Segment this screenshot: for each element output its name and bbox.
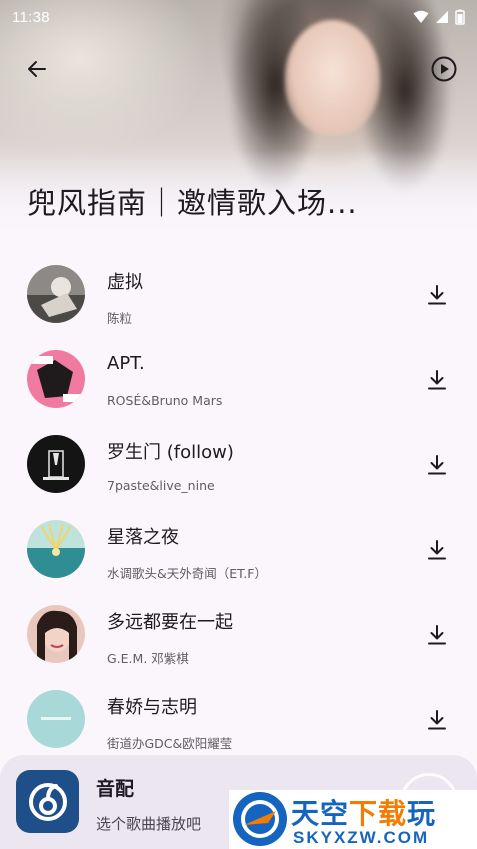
download-button[interactable] <box>424 622 450 648</box>
song-title: 星落之夜 <box>107 527 179 548</box>
song-cover <box>27 265 85 323</box>
song-artist: 街道办GDC&欧阳耀莹 <box>107 736 233 751</box>
song-title: 春娇与志明 <box>107 697 197 718</box>
song-artist: 陈粒 <box>107 311 133 326</box>
download-icon <box>428 455 446 475</box>
signal-icon <box>436 11 448 23</box>
song-cover <box>27 520 85 578</box>
song-cover <box>27 605 85 663</box>
song-row[interactable]: 多远都要在一起 G.E.M. 邓紫棋 <box>0 592 477 677</box>
watermark-logo-icon <box>233 792 287 846</box>
watermark: 天空下载玩 SKYXZW.COM <box>229 790 477 849</box>
download-button[interactable] <box>424 367 450 393</box>
status-time: 11:38 <box>12 8 50 26</box>
song-list: 虚拟 陈粒 APT. ROSÉ&Bruno Mars 罗生门 (follow) … <box>0 252 477 762</box>
song-cover <box>27 350 85 408</box>
download-button[interactable] <box>424 537 450 563</box>
play-circle-icon <box>431 56 457 82</box>
download-icon <box>428 710 446 730</box>
song-artist: 7paste&live_nine <box>107 478 215 493</box>
back-button[interactable] <box>20 52 54 86</box>
download-button[interactable] <box>424 707 450 733</box>
song-title: 多远都要在一起 <box>107 612 233 633</box>
watermark-url: SKYXZW.COM <box>293 828 430 847</box>
song-row[interactable]: 星落之夜 水调歌头&天外奇闻（ET.F） <box>0 507 477 592</box>
download-icon <box>428 625 446 645</box>
download-button[interactable] <box>424 282 450 308</box>
song-artist: ROSÉ&Bruno Mars <box>107 393 223 408</box>
status-bar: 11:38 <box>0 0 477 34</box>
song-artist: G.E.M. 邓紫棋 <box>107 651 189 666</box>
download-icon <box>428 540 446 560</box>
play-all-button[interactable] <box>427 52 461 86</box>
song-cover <box>27 690 85 748</box>
wifi-icon <box>413 10 429 23</box>
playlist-title: 兜风指南｜邀情歌入场... <box>27 186 358 220</box>
arrow-left-icon <box>28 61 46 77</box>
song-row[interactable]: APT. ROSÉ&Bruno Mars <box>0 337 477 422</box>
song-title: APT. <box>107 353 145 374</box>
download-icon <box>428 370 446 390</box>
song-artist: 水调歌头&天外奇闻（ET.F） <box>107 566 267 581</box>
song-row[interactable]: 罗生门 (follow) 7paste&live_nine <box>0 422 477 507</box>
song-row[interactable]: 春娇与志明 街道办GDC&欧阳耀莹 <box>0 677 477 762</box>
app-logo-icon <box>16 770 79 833</box>
song-title: 虚拟 <box>107 272 143 293</box>
download-button[interactable] <box>424 452 450 478</box>
download-icon <box>428 285 446 305</box>
battery-icon <box>455 9 465 25</box>
song-row[interactable]: 虚拟 陈粒 <box>0 252 477 337</box>
watermark-text: 天空下载玩 <box>291 797 437 830</box>
song-cover <box>27 435 85 493</box>
song-title: 罗生门 (follow) <box>107 442 234 463</box>
player-title: 音配 <box>96 778 135 800</box>
player-subtitle: 选个歌曲播放吧 <box>96 815 202 833</box>
